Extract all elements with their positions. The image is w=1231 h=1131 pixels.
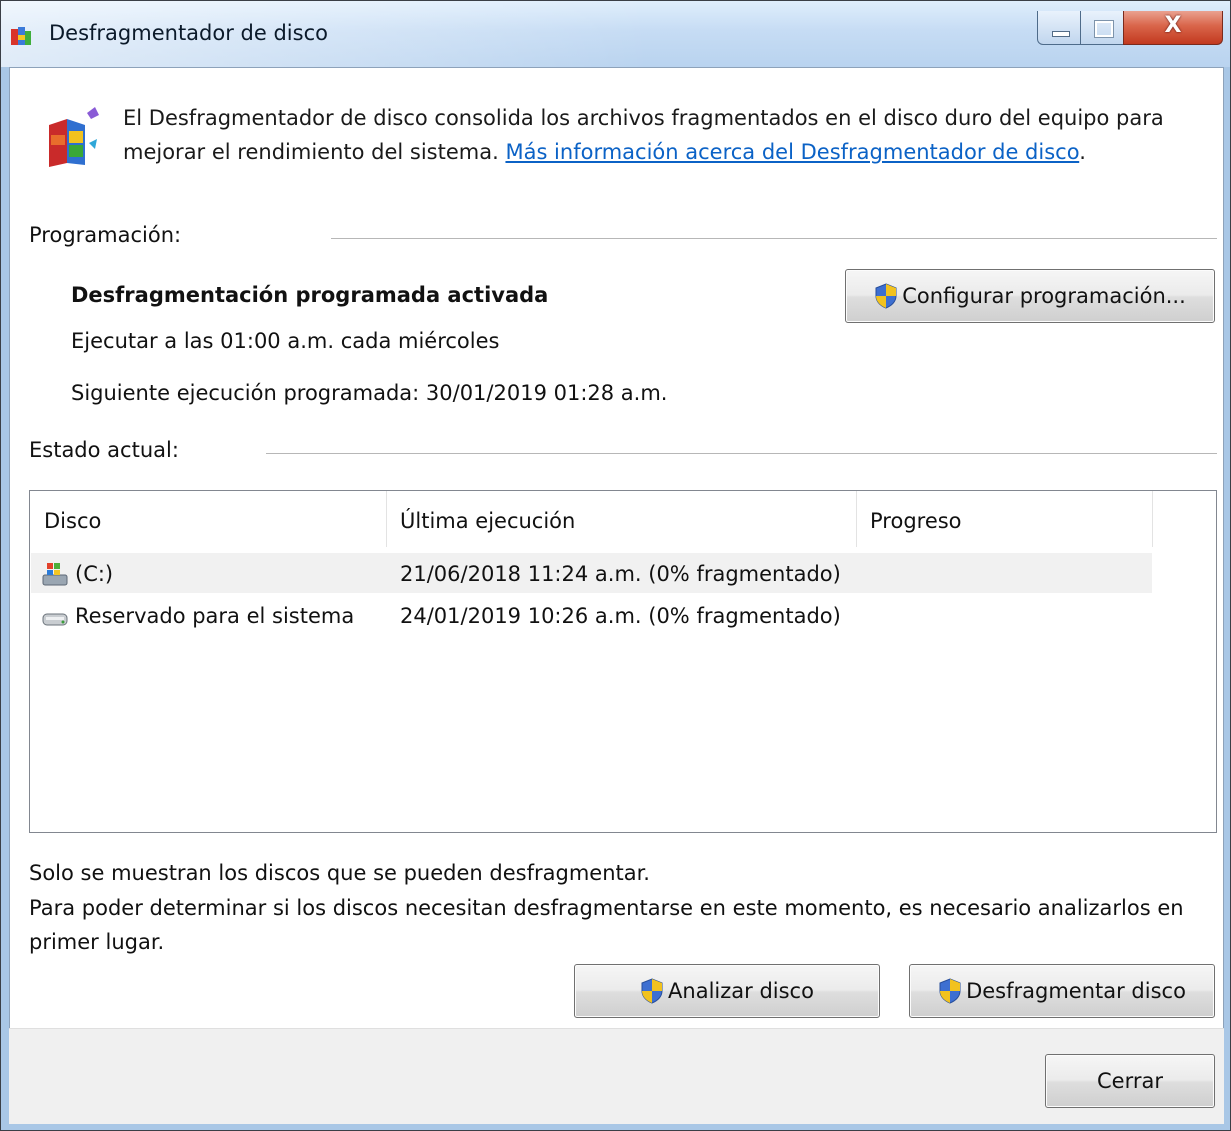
schedule-next-run: Siguiente ejecución programada: 30/01/20… bbox=[71, 381, 668, 405]
intro-period: . bbox=[1079, 140, 1086, 164]
analysis-note: Para poder determinar si los discos nece… bbox=[29, 896, 1184, 954]
schedule-run-at: Ejecutar a las 01:00 a.m. cada miércoles bbox=[71, 329, 500, 353]
column-header-progress[interactable]: Progreso bbox=[856, 491, 1152, 547]
maximize-icon bbox=[1094, 20, 1114, 38]
dialog-footer-band bbox=[9, 1028, 1224, 1124]
close-button[interactable]: Cerrar bbox=[1045, 1054, 1215, 1108]
defrag-large-icon bbox=[49, 107, 99, 167]
status-section-label: Estado actual: bbox=[29, 438, 179, 462]
title-bar[interactable]: Desfragmentador de disco X bbox=[1, 1, 1230, 67]
schedule-section-label: Programación: bbox=[29, 223, 182, 247]
uac-shield-icon bbox=[875, 283, 897, 309]
configure-schedule-label: Configurar programación... bbox=[902, 284, 1186, 308]
schedule-status: Desfragmentación programada activada bbox=[71, 283, 549, 307]
defrag-app-icon bbox=[11, 27, 31, 45]
disk-list-header: Disco Última ejecución Progreso bbox=[30, 491, 1216, 547]
more-info-link[interactable]: Más información acerca del Desfragmentad… bbox=[505, 140, 1079, 164]
table-row[interactable]: Reservado para el sistema 24/01/2019 10:… bbox=[31, 595, 1152, 635]
analyze-disk-button[interactable]: Analizar disco bbox=[574, 964, 880, 1018]
minimize-icon bbox=[1052, 31, 1070, 37]
table-row[interactable]: (C:) 21/06/2018 11:24 a.m. (0% fragmenta… bbox=[31, 553, 1152, 593]
intro-text: El Desfragmentador de disco consolida lo… bbox=[123, 101, 1183, 169]
uac-shield-icon bbox=[939, 978, 961, 1004]
disk-name: Reservado para el sistema bbox=[75, 604, 355, 628]
close-icon: X bbox=[1164, 13, 1182, 38]
minimize-button[interactable] bbox=[1037, 11, 1081, 45]
disk-last-run: 24/01/2019 10:26 a.m. (0% fragmentado) bbox=[400, 604, 841, 628]
configure-schedule-button[interactable]: Configurar programación... bbox=[845, 269, 1215, 323]
windows-drive-icon bbox=[42, 563, 68, 586]
defrag-eligibility-note: Solo se muestran los discos que se puede… bbox=[29, 861, 650, 885]
hard-drive-icon bbox=[42, 613, 68, 626]
schedule-divider bbox=[331, 238, 1217, 239]
column-header-disk[interactable]: Disco bbox=[30, 491, 386, 547]
analyze-disk-label: Analizar disco bbox=[668, 979, 814, 1003]
defragment-disk-label: Desfragmentar disco bbox=[966, 979, 1186, 1003]
disk-name: (C:) bbox=[75, 562, 114, 586]
defragment-disk-button[interactable]: Desfragmentar disco bbox=[909, 964, 1215, 1018]
maximize-button[interactable] bbox=[1080, 11, 1124, 45]
uac-shield-icon bbox=[641, 978, 663, 1004]
disk-list[interactable]: Disco Última ejecución Progreso (C:) 21/… bbox=[29, 490, 1217, 833]
disk-last-run: 21/06/2018 11:24 a.m. (0% fragmentado) bbox=[400, 562, 841, 586]
defrag-window: Desfragmentador de disco X El Desfragmen… bbox=[0, 0, 1231, 1131]
column-header-last-run[interactable]: Última ejecución bbox=[386, 491, 856, 547]
status-divider bbox=[266, 453, 1217, 454]
close-window-button[interactable]: X bbox=[1123, 11, 1223, 45]
window-title: Desfragmentador de disco bbox=[49, 21, 328, 45]
